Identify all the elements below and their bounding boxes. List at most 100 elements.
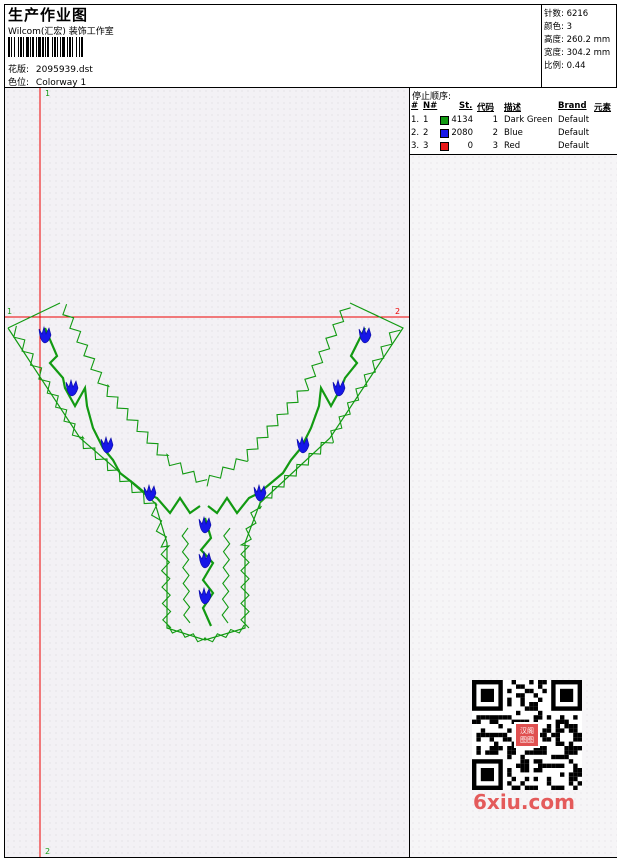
- qr-module: [555, 754, 560, 760]
- qr-module: [542, 737, 547, 742]
- qr-module: [480, 732, 486, 738]
- col-header-brand: Brand: [558, 101, 587, 111]
- qr-module: [555, 728, 560, 733]
- satin-zigzag: [239, 329, 401, 629]
- qr-module: [529, 688, 534, 694]
- page-title: 生产作业图: [8, 6, 89, 24]
- qr-module: [573, 724, 578, 729]
- stop-row-code: 2: [492, 128, 498, 138]
- qr-module: [560, 763, 565, 768]
- qr-module: [476, 719, 481, 724]
- qr-finder: [560, 688, 574, 702]
- qr-module: [529, 702, 534, 707]
- qr-module: [489, 746, 494, 751]
- qr-module: [520, 781, 525, 786]
- satin-zigzag: [206, 307, 351, 487]
- qr-module: [511, 680, 516, 685]
- stat-colors: 颜色: 3: [544, 22, 572, 32]
- qr-module: [542, 732, 547, 738]
- qr-module: [533, 759, 538, 764]
- qr-module: [476, 737, 481, 742]
- qr-module: [507, 772, 512, 777]
- qr-module: [551, 732, 556, 738]
- qr-module: [573, 728, 578, 733]
- qr-badge-text: 汉阁: [520, 726, 534, 735]
- qr-module: [472, 719, 477, 724]
- stop-row-num: 2.: [411, 128, 420, 138]
- qr-module: [507, 750, 512, 755]
- qr-module: [555, 763, 560, 768]
- satin-zigzag: [167, 624, 245, 643]
- col-header-element: 元素: [594, 103, 612, 113]
- qr-module: [511, 776, 516, 782]
- satin-zigzag: [181, 527, 191, 624]
- qr-module: [520, 763, 525, 768]
- qr-module: [507, 754, 512, 760]
- qr-module: [507, 768, 512, 773]
- guide-label-top: 1: [45, 89, 50, 98]
- qr-module: [538, 697, 543, 702]
- stop-row-code: 1: [492, 115, 498, 125]
- qr-finder: [480, 768, 494, 782]
- qr-module: [538, 750, 543, 755]
- qr-module: [546, 737, 552, 742]
- qr-module: [542, 763, 547, 768]
- qr-module: [542, 688, 547, 694]
- qr-module: [573, 772, 578, 777]
- stop-row-desc: Blue: [504, 128, 523, 138]
- qr-module: [533, 768, 538, 773]
- stop-row-code: 3: [492, 141, 498, 151]
- tulip-motif: [198, 586, 212, 605]
- qr-module: [568, 772, 574, 777]
- embroidery-design: 1 2 1 2: [5, 88, 409, 857]
- qr-module: [568, 741, 574, 746]
- qr-module: [546, 724, 552, 729]
- qr-module: [489, 750, 494, 755]
- qr-module: [542, 746, 547, 751]
- qr-module: [524, 759, 530, 764]
- qr-module: [542, 750, 547, 755]
- tulip-motif: [332, 378, 346, 397]
- stat-width: 宽度: 304.2 mm: [544, 48, 611, 58]
- qr-module: [538, 768, 543, 773]
- qr-module: [507, 781, 512, 786]
- qr-module: [507, 746, 512, 751]
- qr-module: [577, 737, 582, 742]
- stop-row-stitches: 2080: [451, 128, 473, 138]
- stop-row-num: 3.: [411, 141, 420, 151]
- qr-module: [516, 693, 521, 698]
- qr-module: [494, 741, 499, 746]
- qr-module: [555, 737, 560, 742]
- outline-stitches: [7, 302, 404, 641]
- qr-module: [555, 732, 560, 738]
- guide-label-bottom: 2: [45, 847, 50, 856]
- qr-module: [494, 732, 499, 738]
- qr-module: [568, 746, 574, 751]
- satin-border: [13, 304, 401, 643]
- qr-module: [533, 693, 538, 698]
- design-file-row: 花版: 2095939.dst: [8, 62, 93, 75]
- qr-module: [538, 684, 543, 689]
- qr-module: [489, 715, 494, 720]
- qr-module: [577, 768, 582, 773]
- qr-module: [560, 772, 565, 777]
- qr-module: [577, 732, 582, 738]
- qr-module: [533, 776, 538, 782]
- qr-module: [551, 763, 556, 768]
- qr-module: [568, 750, 574, 755]
- qr-module: [520, 693, 525, 698]
- qr-module: [498, 715, 503, 720]
- qr-module: [524, 706, 530, 711]
- stop-row-brand: Default: [558, 128, 590, 138]
- guide-label-left: 1: [7, 307, 12, 316]
- qr-module: [555, 719, 560, 724]
- qr-module: [524, 776, 530, 782]
- stop-row-stitches: 4134: [451, 115, 473, 125]
- color-swatch: [440, 116, 449, 125]
- qr-module: [516, 684, 521, 689]
- qr-module: [568, 724, 574, 729]
- qr-module: [511, 750, 516, 755]
- qr-module: [546, 728, 552, 733]
- qr-module: [502, 715, 508, 720]
- qr-module: [546, 781, 552, 786]
